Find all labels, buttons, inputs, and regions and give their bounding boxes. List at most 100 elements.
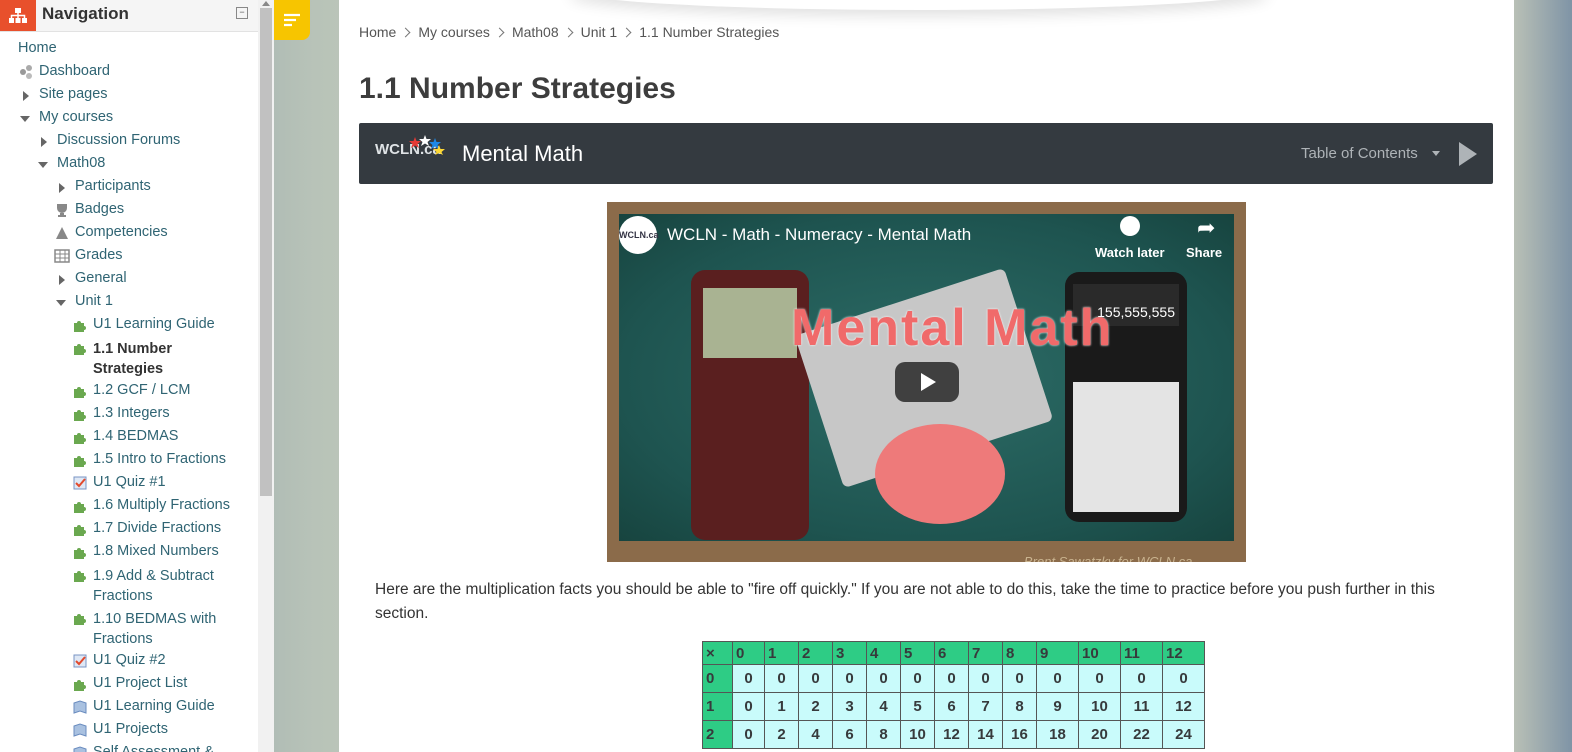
table-cell: 8 bbox=[866, 720, 901, 749]
table-cell: 12 bbox=[1162, 692, 1205, 721]
main-content: Home My courses Math08 Unit 1 1.1 Number Str… bbox=[339, 0, 1514, 752]
table-cell: 10 bbox=[900, 720, 935, 749]
puzzle-icon bbox=[72, 406, 88, 422]
table-cell: 1 bbox=[764, 692, 799, 721]
watch-later-button[interactable]: Watch later bbox=[1095, 245, 1165, 260]
nav-activity-label[interactable]: 1.9 Add & Subtract Fractions bbox=[93, 566, 233, 606]
nav-book-label[interactable]: U1 Learning Guide bbox=[93, 698, 215, 714]
table-cell: 7 bbox=[968, 692, 1003, 721]
clock-icon[interactable] bbox=[1120, 216, 1140, 236]
table-cell: 0 bbox=[764, 664, 799, 693]
next-arrow-icon[interactable] bbox=[1459, 142, 1477, 166]
expand-icon[interactable] bbox=[41, 137, 47, 147]
table-header-cell: 3 bbox=[832, 641, 867, 665]
table-row-header: 2 bbox=[702, 720, 733, 749]
collapse-arrow-icon[interactable] bbox=[38, 162, 48, 168]
expand-icon[interactable] bbox=[59, 183, 65, 193]
share-icon[interactable]: ➦ bbox=[1197, 215, 1215, 241]
intro-text: Here are the multiplication facts you sh… bbox=[375, 581, 1435, 622]
nav-participants-label[interactable]: Participants bbox=[75, 178, 151, 194]
nav-activity-label[interactable]: 1.5 Intro to Fractions bbox=[93, 451, 226, 467]
video-title[interactable]: WCLN - Math - Numeracy - Mental Math bbox=[667, 225, 971, 245]
nav-quiz-label[interactable]: U1 Quiz #1 bbox=[93, 474, 166, 490]
nav-activity-label[interactable]: 1.6 Multiply Fractions bbox=[93, 497, 230, 513]
nav-unit-1-label[interactable]: Unit 1 bbox=[75, 293, 113, 309]
nav-home-label[interactable]: Home bbox=[18, 40, 57, 56]
table-cell: 2 bbox=[798, 692, 833, 721]
puzzle-icon bbox=[72, 452, 88, 468]
play-button[interactable] bbox=[895, 362, 959, 402]
multiplication-table: × 0 1 2 3 4 5 6 7 8 9 10 11 12 0 0 0 0 0 0 0 0 0 0 0 0 0 0 1 0 1 2 3 4 5 6 7… bbox=[702, 641, 1205, 749]
nav-activity-current-label[interactable]: 1.1 Number Strategies bbox=[93, 339, 213, 379]
table-cell: 0 bbox=[968, 664, 1003, 693]
scroll-up-icon[interactable] bbox=[262, 1, 270, 6]
table-row-header: 0 bbox=[702, 664, 733, 693]
collapse-arrow-icon[interactable] bbox=[56, 300, 66, 306]
nav-discussion-forums-label[interactable]: Discussion Forums bbox=[57, 132, 180, 148]
nav-activity-label[interactable]: 1.8 Mixed Numbers bbox=[93, 543, 219, 559]
chevron-right-icon bbox=[563, 27, 574, 38]
nav-activity-label[interactable]: 1.2 GCF / LCM bbox=[93, 382, 191, 398]
nav-site-pages-label[interactable]: Site pages bbox=[39, 86, 108, 102]
table-cell: 0 bbox=[900, 664, 935, 693]
nav-my-courses-label[interactable]: My courses bbox=[39, 109, 113, 125]
nav-activity-label[interactable]: 1.7 Divide Fractions bbox=[93, 520, 221, 536]
table-cell: 0 bbox=[866, 664, 901, 693]
table-cell: 14 bbox=[968, 720, 1003, 749]
table-cell: 18 bbox=[1036, 720, 1079, 749]
nav-quiz-label[interactable]: U1 Quiz #2 bbox=[93, 652, 166, 668]
breadcrumb-my-courses[interactable]: My courses bbox=[418, 24, 490, 40]
nav-badges-label[interactable]: Badges bbox=[75, 201, 124, 217]
table-header-cell: 10 bbox=[1078, 641, 1121, 665]
table-cell: 11 bbox=[1120, 692, 1163, 721]
table-cell: 0 bbox=[732, 720, 765, 749]
channel-logo[interactable]: WCLN.ca bbox=[619, 216, 659, 254]
breadcrumb-math08[interactable]: Math08 bbox=[512, 24, 559, 40]
video-credit: Brent Sawatzky for WCLN.ca bbox=[1024, 554, 1193, 562]
puzzle-icon bbox=[72, 340, 88, 356]
table-cell: 0 bbox=[832, 664, 867, 693]
nav-grades-label[interactable]: Grades bbox=[75, 247, 123, 263]
nav-general-label[interactable]: General bbox=[75, 270, 127, 286]
table-of-contents-button[interactable]: Table of Contents bbox=[1301, 145, 1418, 162]
expand-icon[interactable] bbox=[59, 275, 65, 285]
table-header-cell: 2 bbox=[798, 641, 833, 665]
collapse-arrow-icon[interactable] bbox=[20, 116, 30, 122]
table-cell: 10 bbox=[1078, 692, 1121, 721]
nav-activity-label[interactable]: U1 Learning Guide bbox=[93, 316, 215, 332]
sidebar-scrollbar[interactable] bbox=[258, 0, 274, 752]
table-cell: 8 bbox=[1002, 692, 1037, 721]
share-button[interactable]: Share bbox=[1186, 245, 1222, 260]
puzzle-icon bbox=[72, 567, 88, 583]
breadcrumb-current[interactable]: 1.1 Number Strategies bbox=[639, 24, 779, 40]
video-embed[interactable]: 155,555,555 Mental Math Brent Sawatzky f… bbox=[607, 202, 1246, 562]
nav-competencies-label[interactable]: Competencies bbox=[75, 224, 168, 240]
table-header-cell: × bbox=[702, 641, 733, 665]
sitemap-icon bbox=[0, 0, 36, 31]
puzzle-icon bbox=[72, 544, 88, 560]
table-cell: 12 bbox=[934, 720, 969, 749]
expand-icon[interactable] bbox=[23, 91, 29, 101]
scrollbar-thumb[interactable] bbox=[260, 8, 272, 496]
nav-activity-label[interactable]: U1 Project List bbox=[93, 675, 187, 691]
table-cell: 0 bbox=[934, 664, 969, 693]
nav-activity-label[interactable]: 1.4 BEDMAS bbox=[93, 428, 178, 444]
drawer-toggle-button[interactable] bbox=[274, 0, 310, 40]
nav-book-label[interactable]: Self Assessment & bbox=[93, 744, 214, 752]
nav-activity-label[interactable]: 1.10 BEDMAS with Fractions bbox=[93, 609, 233, 649]
puzzle-icon bbox=[72, 610, 88, 626]
puzzle-icon bbox=[72, 521, 88, 537]
chevron-right-icon bbox=[400, 27, 411, 38]
nav-dashboard-label[interactable]: Dashboard bbox=[39, 63, 110, 79]
breadcrumb-unit-1[interactable]: Unit 1 bbox=[581, 24, 618, 40]
caret-down-icon[interactable] bbox=[1432, 151, 1440, 156]
breadcrumb-home[interactable]: Home bbox=[359, 24, 396, 40]
table-cell: 6 bbox=[934, 692, 969, 721]
nav-activity-label[interactable]: 1.3 Integers bbox=[93, 405, 170, 421]
nav-book-label[interactable]: U1 Projects bbox=[93, 721, 168, 737]
grades-table-icon bbox=[54, 248, 70, 264]
table-cell: 9 bbox=[1036, 692, 1079, 721]
nav-math08-label[interactable]: Math08 bbox=[57, 155, 105, 171]
table-cell: 22 bbox=[1120, 720, 1163, 749]
collapse-icon[interactable]: − bbox=[236, 7, 248, 19]
